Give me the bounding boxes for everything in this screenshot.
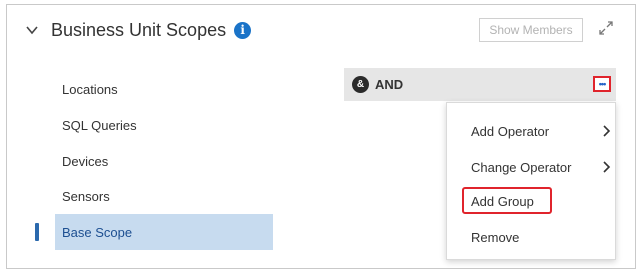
context-menu: Add Operator Change Operator Add Group R…: [446, 102, 616, 260]
show-members-button[interactable]: Show Members: [479, 18, 583, 42]
nav-item-base-scope[interactable]: Base Scope: [55, 214, 273, 250]
expand-icon[interactable]: [598, 20, 614, 36]
chevron-right-icon: [603, 125, 611, 137]
chevron-down-icon[interactable]: [25, 23, 39, 37]
menu-item-add-operator[interactable]: Add Operator: [471, 118, 549, 144]
info-icon[interactable]: i: [234, 21, 252, 39]
chevron-right-icon: [603, 161, 611, 173]
panel-title: Business Unit Scopes: [51, 19, 227, 40]
operator-row[interactable]: & AND •••: [344, 68, 616, 101]
operator-icon: &: [352, 76, 369, 93]
nav-item-locations[interactable]: Locations: [55, 71, 273, 107]
nav-item-sensors[interactable]: Sensors: [55, 178, 273, 214]
nav-item-devices[interactable]: Devices: [55, 143, 273, 179]
panel-header: Business Unit Scopes i: [25, 17, 252, 43]
operator-label: AND: [375, 77, 404, 92]
nav-item-sql-queries[interactable]: SQL Queries: [55, 107, 273, 143]
menu-item-add-group[interactable]: Add Group: [471, 188, 534, 214]
menu-item-remove[interactable]: Remove: [471, 224, 519, 250]
more-dots-icon[interactable]: •••: [593, 76, 611, 92]
active-marker: [35, 223, 39, 241]
business-unit-scopes-panel: Business Unit Scopes i Show Members Loca…: [6, 4, 636, 269]
menu-item-change-operator[interactable]: Change Operator: [471, 154, 571, 180]
